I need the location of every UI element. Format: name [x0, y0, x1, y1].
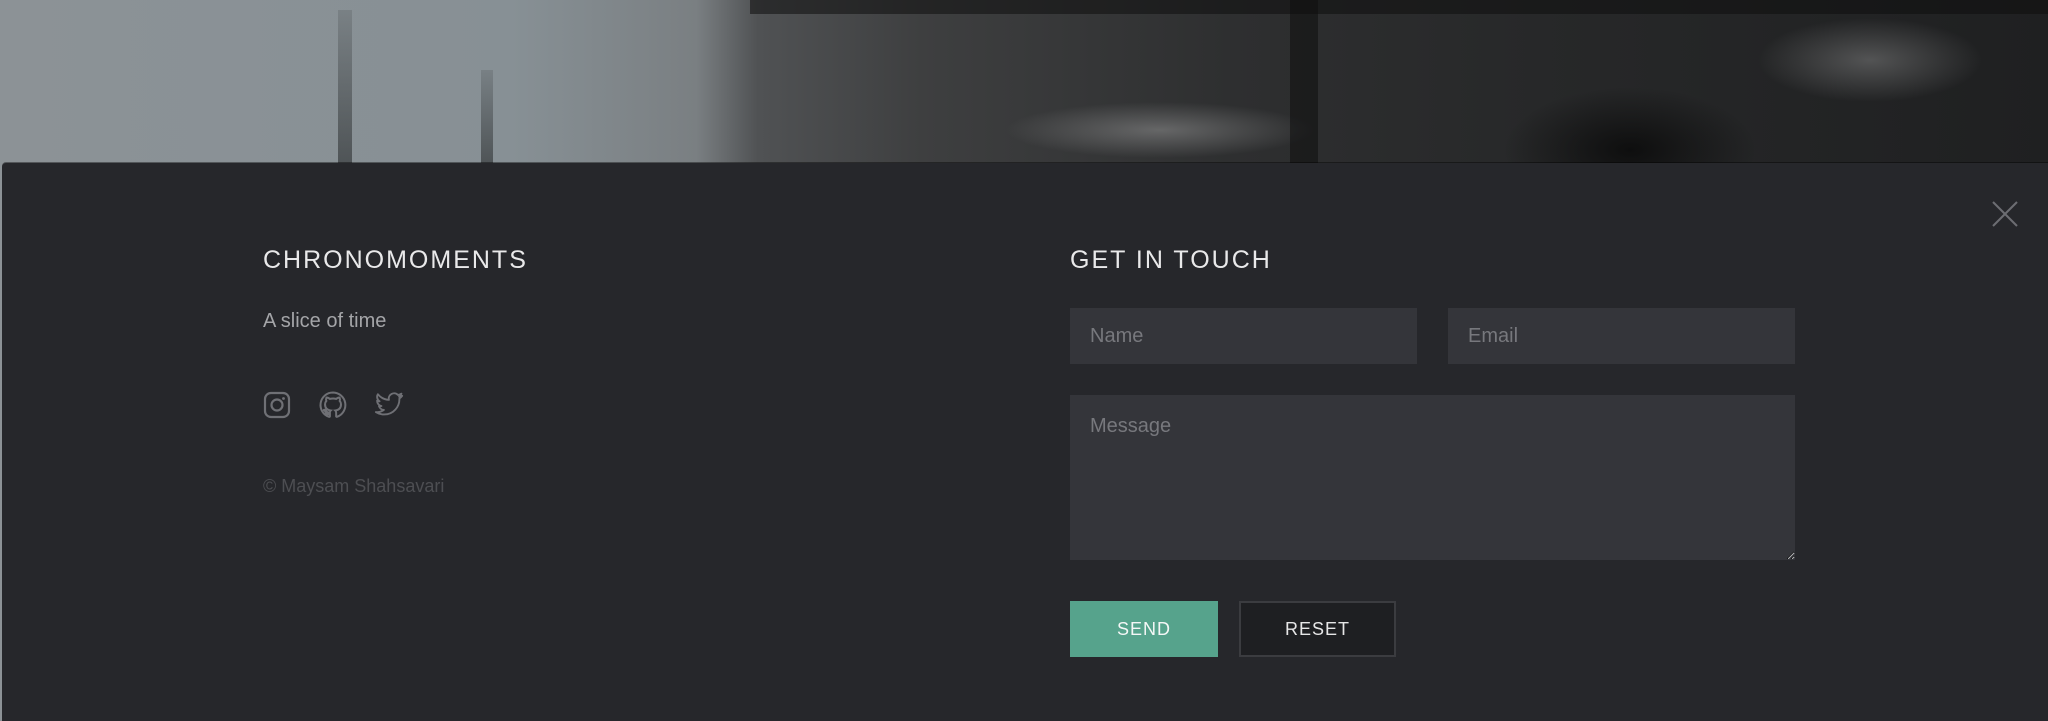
- minaret-silhouette: [338, 10, 352, 163]
- instagram-link[interactable]: [262, 390, 292, 420]
- reset-button[interactable]: RESET: [1239, 601, 1396, 657]
- contact-title: GET IN TOUCH: [1070, 246, 1272, 274]
- social-links: [262, 390, 404, 422]
- twitter-icon: [374, 392, 404, 416]
- send-button[interactable]: SEND: [1070, 601, 1218, 657]
- shadow-beam: [750, 0, 2048, 14]
- twitter-link[interactable]: [374, 390, 404, 420]
- copyright-text: © Maysam Shahsavari: [263, 476, 445, 496]
- email-field[interactable]: [1448, 308, 1795, 364]
- minaret-silhouette: [481, 70, 493, 163]
- brand-tagline: A slice of time: [263, 310, 387, 332]
- github-link[interactable]: [318, 390, 348, 420]
- name-field[interactable]: [1070, 308, 1417, 364]
- instagram-icon: [263, 391, 291, 419]
- close-icon: [1992, 201, 2018, 227]
- github-icon: [319, 391, 347, 418]
- shadow-beam: [1290, 0, 1318, 163]
- brand-title: CHRONOMOMENTS: [263, 246, 528, 274]
- message-field[interactable]: [1070, 395, 1795, 560]
- close-button[interactable]: [1990, 199, 2020, 229]
